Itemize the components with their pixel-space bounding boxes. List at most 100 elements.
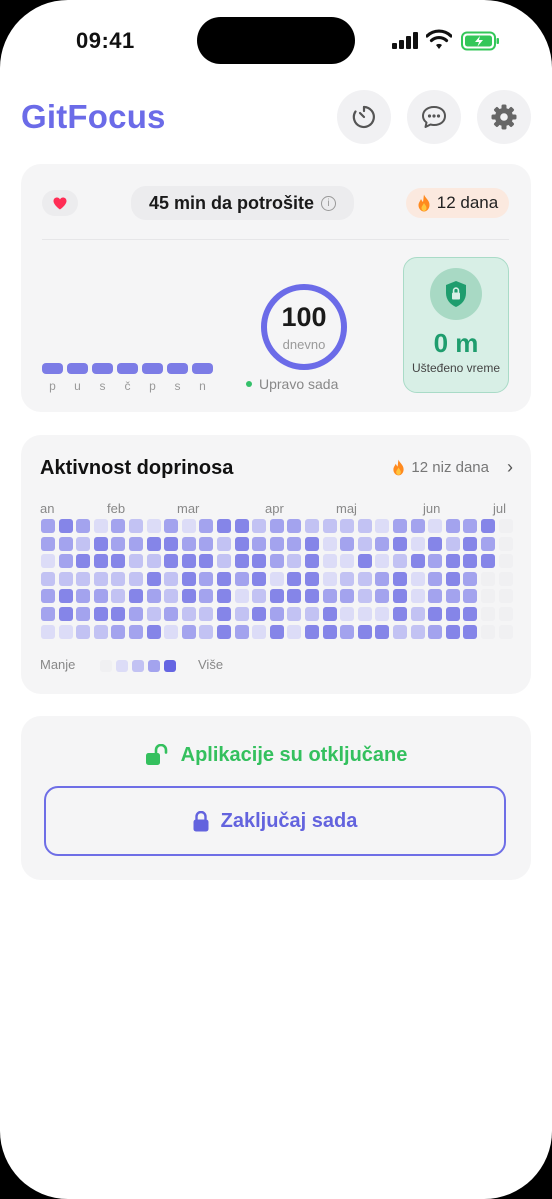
contribution-cell [463,554,478,569]
contribution-cell [234,519,249,533]
contribution-cell [181,624,196,639]
contribution-cell [181,554,196,569]
contribution-cell [287,519,302,533]
contribution-cell [375,624,390,639]
contribution-cell [41,536,55,551]
contribution-cell [481,536,495,551]
contribution-cell [287,554,302,569]
contribution-cell [481,554,495,569]
contribution-cell [445,536,460,551]
contribution-cell [76,536,91,551]
contribution-cell [111,536,126,551]
health-badge[interactable] [42,190,78,216]
legend-swatch [116,660,128,672]
contribution-cell [410,589,425,604]
contribution-cell [76,571,91,586]
phone-screen: 09:41 GitFocus 45 min da potrošite i 12 … [0,0,552,1199]
contribution-cell [340,589,355,604]
contribution-grid [41,519,519,641]
activity-card[interactable]: Aktivnost doprinosa 12 niz dana › an feb… [21,435,531,694]
contribution-cell [305,624,319,639]
contribution-cell [199,607,214,621]
contribution-cell [428,589,443,604]
contribution-cell [234,554,249,569]
contribution-cell [498,607,513,621]
weekday-label: s [99,379,106,393]
contribution-cell [41,624,55,639]
contribution-cell [269,571,284,586]
legend-swatch [148,660,160,672]
streak-badge: 12 dana [406,188,509,218]
contribution-cell [375,536,390,551]
contribution-cell [322,554,337,569]
contribution-cell [498,536,513,551]
contribution-cell [76,589,91,604]
dynamic-island [197,17,355,64]
contribution-cell [393,607,407,621]
saved-time-tile[interactable]: 0 m Ušteđeno vreme [403,257,509,393]
contribution-cell [375,589,390,604]
contribution-cell [269,554,284,569]
time-budget-pill[interactable]: 45 min da potrošite i [131,186,354,220]
contribution-cell [305,519,319,533]
contribution-cell [164,554,179,569]
contribution-cell [322,607,337,621]
contribution-cell [234,607,249,621]
lock-now-button[interactable]: Zaključaj sada [44,786,506,856]
contribution-cell [146,554,161,569]
score-unit: dnevno [282,337,326,352]
contribution-cell [129,519,143,533]
budget-card: 45 min da potrošite i 12 dana p u s č p … [21,164,531,412]
weekday-bar [117,363,138,374]
contribution-cell [340,607,355,621]
contribution-cell [410,536,425,551]
contribution-cell [58,536,73,551]
contribution-cell [58,589,73,604]
contribution-cell [252,607,267,621]
weekday-label: u [74,379,81,393]
contribution-cell [146,624,161,639]
contribution-cell [357,536,372,551]
contribution-cell [76,624,91,639]
chevron-right-icon[interactable]: › [507,457,513,478]
heatmap-legend: Manje Više [40,657,340,677]
info-icon[interactable]: i [321,195,337,211]
contribution-cell [287,536,302,551]
contribution-cell [428,554,443,569]
timer-button[interactable] [337,90,391,144]
month-label: mar [177,501,200,516]
contribution-cell [428,624,443,639]
contribution-cell [41,607,55,621]
updated-status: Upravo sada [246,376,338,392]
contribution-cell [393,589,407,604]
contribution-cell [445,554,460,569]
contribution-cell [375,554,390,569]
contribution-cell [111,607,126,621]
contribution-cell [199,519,214,533]
contribution-cell [181,607,196,621]
contribution-cell [217,554,231,569]
heart-icon [53,197,67,209]
app-title: GitFocus [21,98,166,135]
weekday-bar [92,363,113,374]
contribution-cell [428,571,443,586]
contribution-cell [234,624,249,639]
saved-time-label: Ušteđeno vreme [411,361,501,375]
updated-text: Upravo sada [259,376,339,392]
contribution-cell [305,571,319,586]
contribution-cell [445,607,460,621]
contribution-cell [269,589,284,604]
contribution-cell [146,607,161,621]
online-dot-icon [246,381,252,387]
contribution-cell [428,519,443,533]
contribution-cell [498,519,513,533]
contribution-cell [252,589,267,604]
settings-button[interactable] [477,90,531,144]
legend-less: Manje [40,657,76,672]
shield-lock-icon [446,281,466,307]
flame-icon [418,194,430,212]
chat-button[interactable] [407,90,461,144]
contribution-cell [463,607,478,621]
activity-title: Aktivnost doprinosa [40,457,234,479]
contribution-cell [129,571,143,586]
